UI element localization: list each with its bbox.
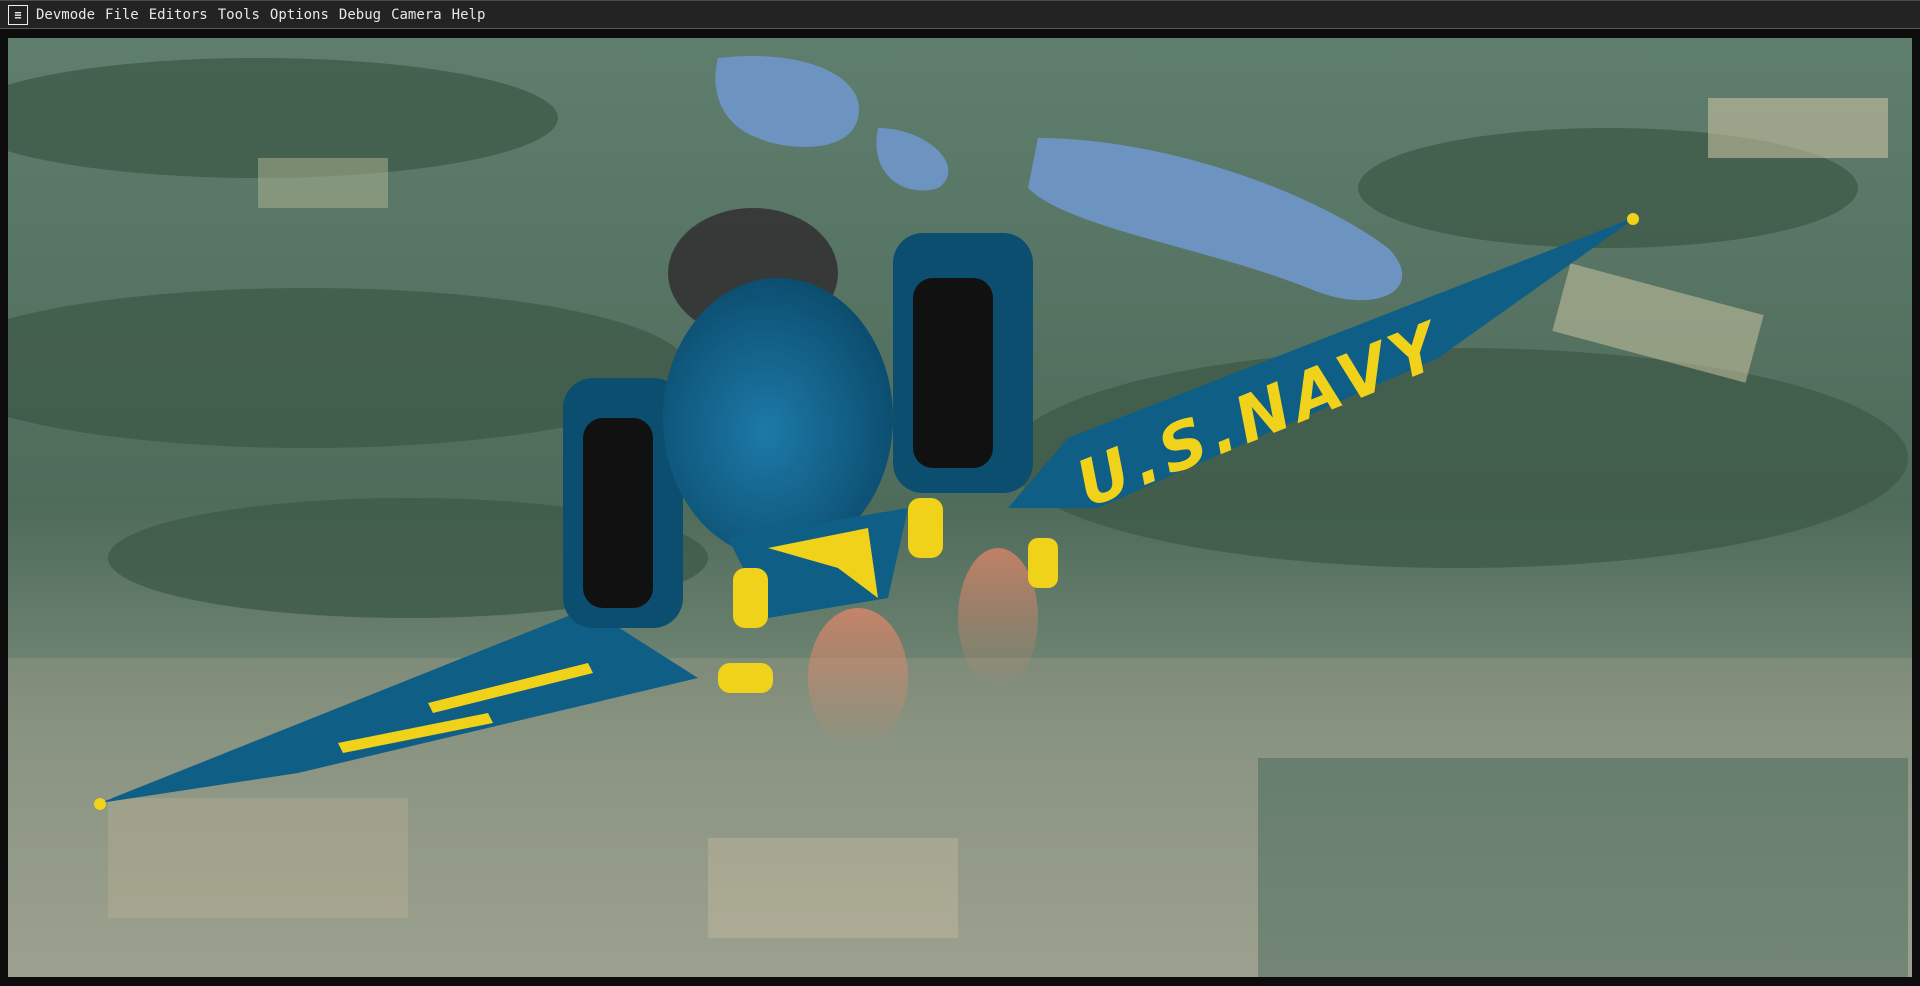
menu-file[interactable]: File [101,7,143,23]
edit-note-icon[interactable]: ≡ [8,4,28,25]
menu-debug[interactable]: Debug [335,7,385,23]
exhaust-right [958,548,1038,688]
menu-options[interactable]: Options [266,7,333,23]
menu-tools[interactable]: Tools [214,7,264,23]
menu-editors[interactable]: Editors [145,7,212,23]
menu-devmode[interactable]: Devmode [32,7,99,23]
menu-bar: ≡ Devmode File Editors Tools Options Deb… [0,0,1920,29]
menu-camera[interactable]: Camera [387,7,446,23]
exhaust-left [808,608,908,748]
3d-viewport[interactable]: U.S.NAVY [8,38,1912,977]
menu-help[interactable]: Help [448,7,490,23]
scene-render: U.S.NAVY [8,38,1912,977]
